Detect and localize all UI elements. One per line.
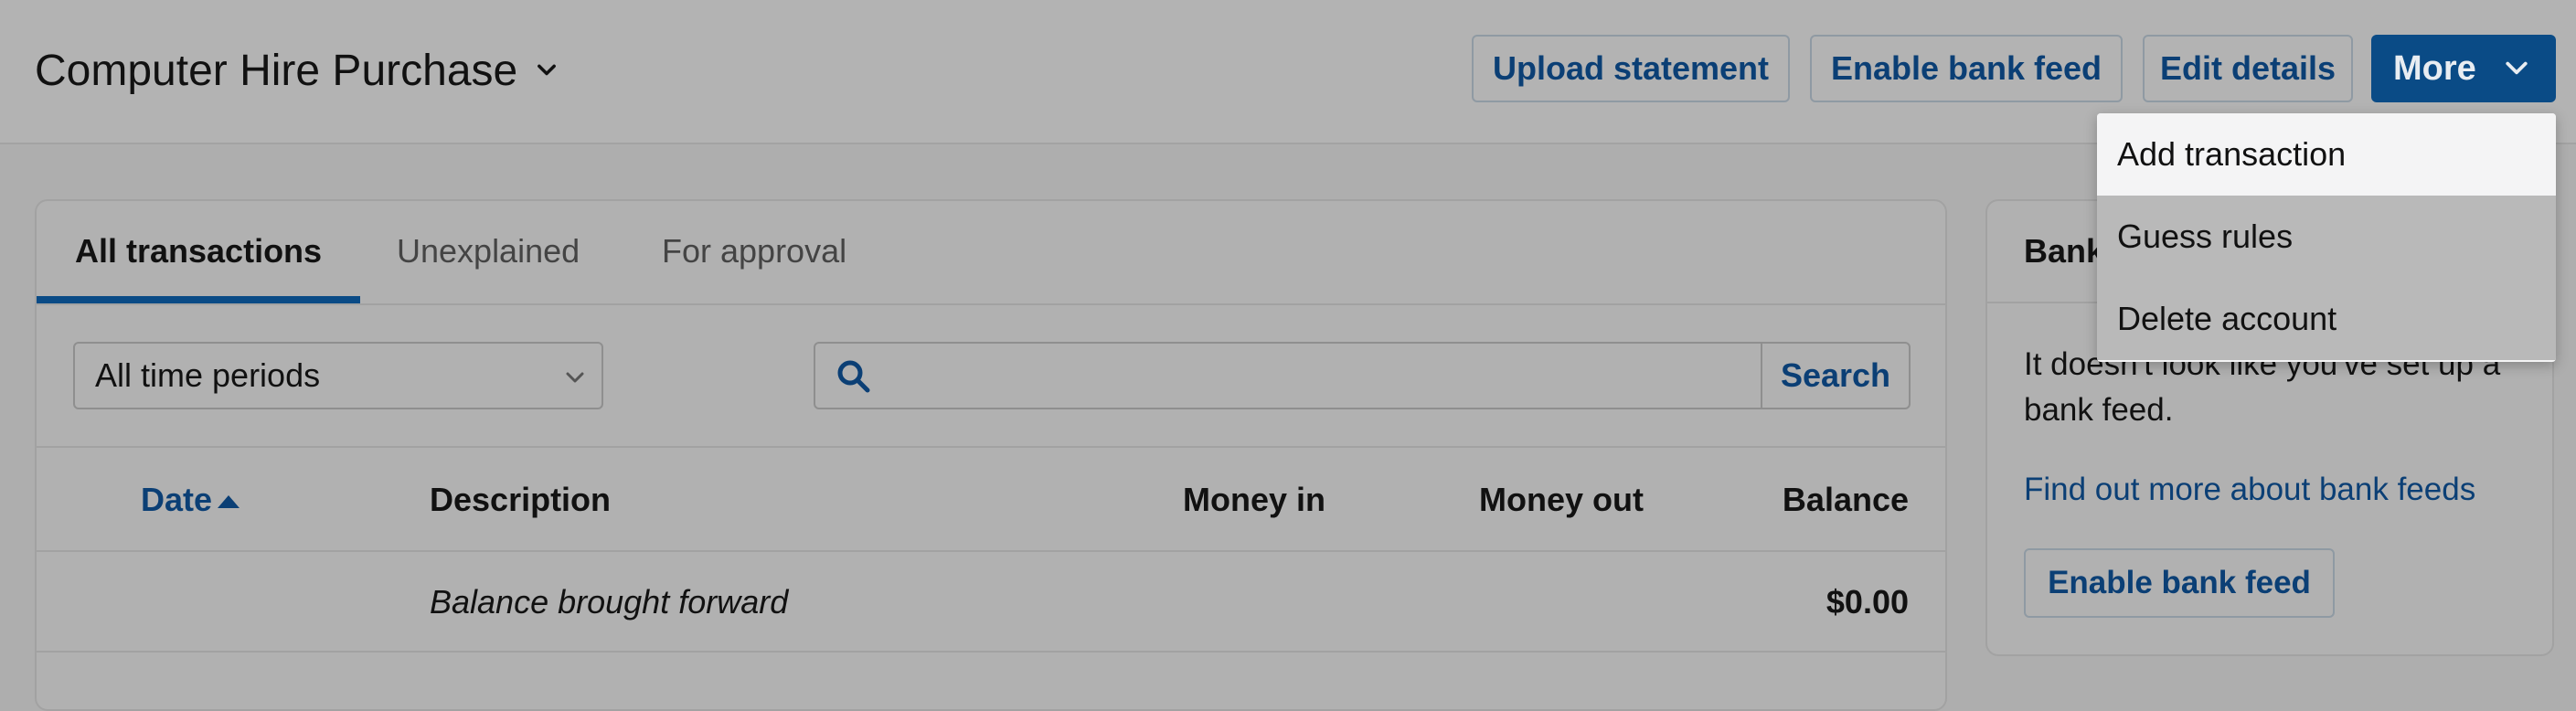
enable-bank-feed-button[interactable]: Enable bank feed bbox=[1810, 35, 2123, 102]
account-title: Computer Hire Purchase bbox=[35, 46, 518, 95]
transactions-card: All transactions Unexplained For approva… bbox=[35, 199, 1947, 711]
tab-unexplained[interactable]: Unexplained bbox=[397, 232, 580, 271]
menu-item-add-transaction[interactable]: Add transaction bbox=[2097, 113, 2556, 196]
column-header-balance: Balance bbox=[1782, 481, 1909, 518]
table-header: Date Description Money in Money out Bala… bbox=[37, 446, 1945, 552]
tab-all-transactions[interactable]: All transactions bbox=[75, 232, 322, 271]
bank-feeds-info-link[interactable]: Find out more about bank feeds bbox=[2024, 472, 2475, 508]
tab-for-approval[interactable]: For approval bbox=[662, 232, 846, 271]
column-header-description: Description bbox=[430, 481, 612, 518]
more-button[interactable]: More bbox=[2371, 35, 2556, 102]
sort-ascending-icon bbox=[218, 495, 240, 509]
menu-item-guess-rules[interactable]: Guess rules bbox=[2097, 196, 2556, 278]
chevron-down-icon bbox=[538, 64, 557, 76]
period-select-value: All time periods bbox=[95, 356, 321, 394]
chevron-down-icon bbox=[566, 372, 584, 383]
period-select[interactable]: All time periods bbox=[73, 342, 603, 409]
column-header-money-out: Money out bbox=[1479, 481, 1644, 518]
account-title-dropdown[interactable]: Computer Hire Purchase bbox=[35, 40, 559, 101]
search-box: Search bbox=[814, 342, 1911, 409]
upload-statement-button[interactable]: Upload statement bbox=[1472, 35, 1790, 102]
transaction-tabs: All transactions Unexplained For approva… bbox=[37, 201, 1945, 305]
active-tab-indicator bbox=[37, 296, 360, 303]
column-header-date[interactable]: Date bbox=[141, 481, 240, 519]
enable-bank-feed-panel-button[interactable]: Enable bank feed bbox=[2024, 548, 2335, 618]
search-input[interactable] bbox=[889, 344, 1751, 409]
cell-description: Balance brought forward bbox=[430, 583, 789, 621]
menu-item-delete-account[interactable]: Delete account bbox=[2097, 278, 2556, 360]
chevron-down-icon bbox=[2506, 61, 2528, 75]
table-row: Balance brought forward $0.00 bbox=[37, 550, 1945, 653]
search-button[interactable]: Search bbox=[1761, 344, 1909, 408]
edit-details-button[interactable]: Edit details bbox=[2143, 35, 2353, 102]
search-icon bbox=[837, 360, 870, 393]
more-button-label: More bbox=[2393, 48, 2476, 88]
column-header-money-in: Money in bbox=[1183, 481, 1326, 518]
column-header-date-label: Date bbox=[141, 481, 213, 518]
more-dropdown-menu: Add transaction Guess rules Delete accou… bbox=[2097, 113, 2556, 362]
cell-balance: $0.00 bbox=[1826, 583, 1909, 621]
